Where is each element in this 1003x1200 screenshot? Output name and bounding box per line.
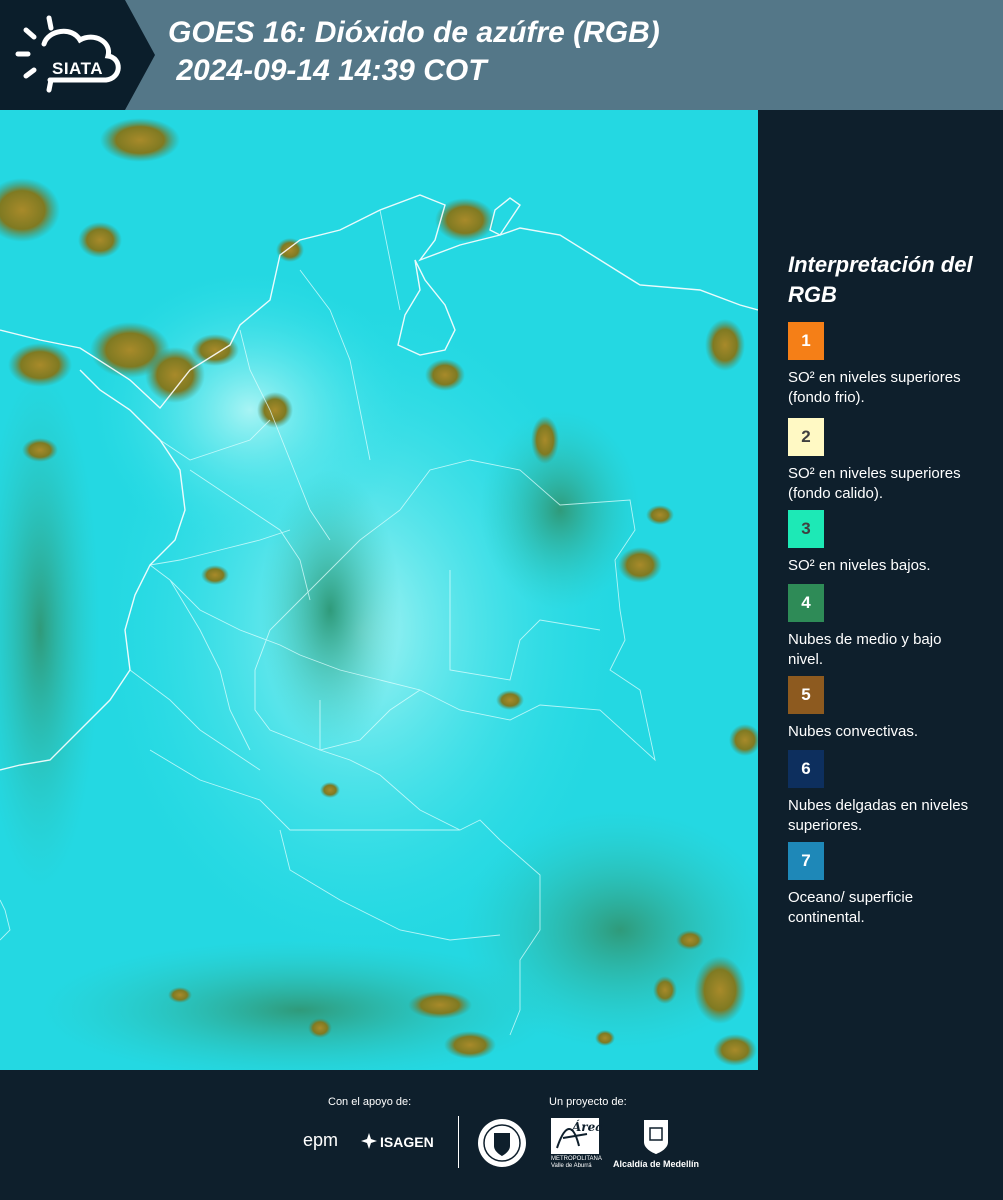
legend-item-6: 6 Nubes delgadas en niveles superiores. — [788, 750, 978, 836]
legend-swatch-3: 3 — [788, 510, 824, 548]
legend-item-7: 7 Oceano/ superficie continental. — [788, 842, 978, 928]
siata-logo: SIATA — [14, 14, 126, 96]
legend-desc-5: Nubes convectivas. — [788, 723, 919, 740]
project-label: Un proyecto de: — [549, 1096, 627, 1108]
legend-swatch-5: 5 — [788, 676, 824, 714]
legend-item-5: 5 Nubes convectivas. — [788, 676, 978, 742]
alcaldia-shield-icon — [644, 1120, 668, 1154]
satellite-map[interactable] — [0, 110, 758, 1070]
legend-desc-6: Nubes delgadas en niveles superiores. — [788, 797, 969, 834]
header: SIATA GOES 16: Dióxido de azúfre (RGB) 2… — [0, 0, 1003, 110]
satellite-image — [0, 110, 758, 1070]
footer-divider — [458, 1116, 459, 1168]
area-metropolitana-script: Área — [572, 1120, 604, 1134]
legend-desc-7: Oceano/ superficie continental. — [788, 889, 914, 926]
legend-title: Interpretación del RGB — [788, 252, 973, 307]
legend-item-4: 4 Nubes de medio y bajo nivel. — [788, 584, 978, 670]
legend-swatch-7: 7 — [788, 842, 824, 880]
legend-item-2: 2 SO² en niveles superiores (fondo calid… — [788, 418, 978, 504]
logo-text: SIATA — [52, 59, 103, 78]
legend-item-3: 3 SO² en niveles bajos. — [788, 510, 978, 576]
alcaldia-label: Alcaldía de Medellín — [613, 1159, 700, 1169]
legend-swatch-1: 1 — [788, 322, 824, 360]
epm-logo: epm — [303, 1130, 339, 1150]
legend-desc-3: SO² en niveles bajos. — [788, 557, 931, 574]
support-label: Con el apoyo de: — [328, 1096, 412, 1108]
legend-item-1: 1 SO² en niveles superiores (fondo frio)… — [788, 322, 978, 408]
isagen-icon — [361, 1133, 377, 1149]
medellin-seal-icon — [478, 1119, 526, 1167]
legend-desc-1: SO² en niveles superiores (fondo frio). — [788, 369, 961, 406]
area-metropolitana-label: METROPOLITANA Valle de Aburrá — [551, 1156, 602, 1169]
page-title: GOES 16: Dióxido de azúfre (RGB) 2024-09… — [168, 16, 660, 87]
sun-cloud-logo-icon — [15, 15, 121, 93]
legend-swatch-6: 6 — [788, 750, 824, 788]
footer: Con el apoyo de: Un proyecto de: epm ISA… — [0, 1070, 1003, 1200]
isagen-logo: ISAGEN — [380, 1134, 434, 1150]
legend-swatch-4: 4 — [788, 584, 824, 622]
legend: Interpretación del RGB — [788, 250, 988, 326]
legend-desc-2: SO² en niveles superiores (fondo calido)… — [788, 465, 961, 502]
legend-desc-4: Nubes de medio y bajo nivel. — [788, 631, 942, 668]
legend-swatch-2: 2 — [788, 418, 824, 456]
